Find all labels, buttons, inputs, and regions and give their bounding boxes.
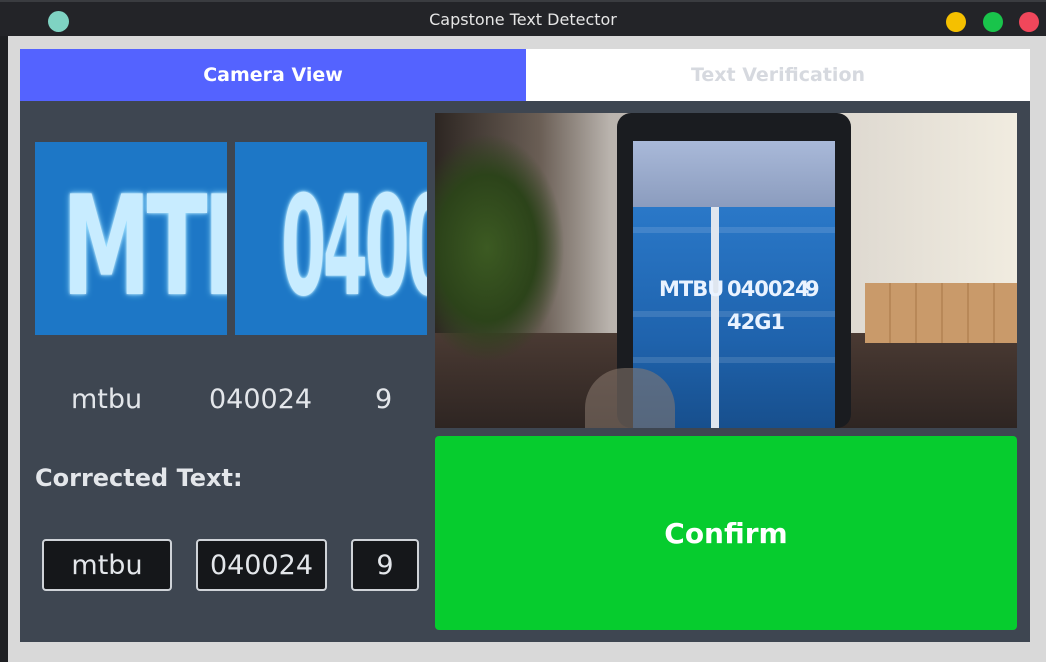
confirm-button[interactable]: Confirm [435, 436, 1017, 630]
serial-number-crop-image: 040024 [235, 142, 427, 335]
owner-code-crop-text: MTBU [61, 166, 227, 327]
container-type-code: 42G1 [727, 310, 785, 334]
corrected-serial-number-input[interactable] [196, 539, 327, 591]
tab-text-verification[interactable]: Text Verification [526, 49, 1030, 101]
container-serial-number: 040024 [727, 277, 810, 301]
container-check-digit: 9 [805, 277, 820, 301]
window-edge [0, 36, 8, 662]
container-door-bar [711, 207, 719, 428]
title-bar[interactable]: Capstone Text Detector [0, 0, 1046, 36]
camera-view-panel: MTBU 040024 mtbu 040024 9 Corrected Text… [20, 101, 1030, 642]
tab-camera-view[interactable]: Camera View [20, 49, 526, 101]
camera-feed: MTBU 040024 9 42G1 [435, 113, 1017, 428]
maximize-button[interactable] [983, 12, 1003, 32]
container-owner-code: MTBU [659, 277, 724, 301]
cabinets-image [865, 283, 1017, 343]
corrected-owner-code-input[interactable] [42, 539, 172, 591]
phone-screen-buildings [633, 141, 835, 209]
corrected-check-digit-input[interactable] [351, 539, 419, 591]
corrected-text-label: Corrected Text: [35, 464, 243, 492]
detected-owner-code: mtbu [71, 384, 143, 415]
minimize-button[interactable] [946, 12, 966, 32]
app-window: Capstone Text Detector Camera View Text … [0, 0, 1046, 662]
detected-check-digit: 9 [375, 384, 393, 415]
plant-image [435, 133, 565, 363]
window-title: Capstone Text Detector [429, 10, 617, 29]
owner-code-crop-image: MTBU [35, 142, 227, 335]
close-button[interactable] [1019, 12, 1039, 32]
detected-serial-number: 040024 [209, 384, 313, 415]
main-frame: Camera View Text Verification MTBU 04002… [8, 36, 1046, 662]
tab-bar: Camera View Text Verification [20, 49, 1030, 101]
serial-number-crop-text: 040024 [281, 166, 427, 327]
